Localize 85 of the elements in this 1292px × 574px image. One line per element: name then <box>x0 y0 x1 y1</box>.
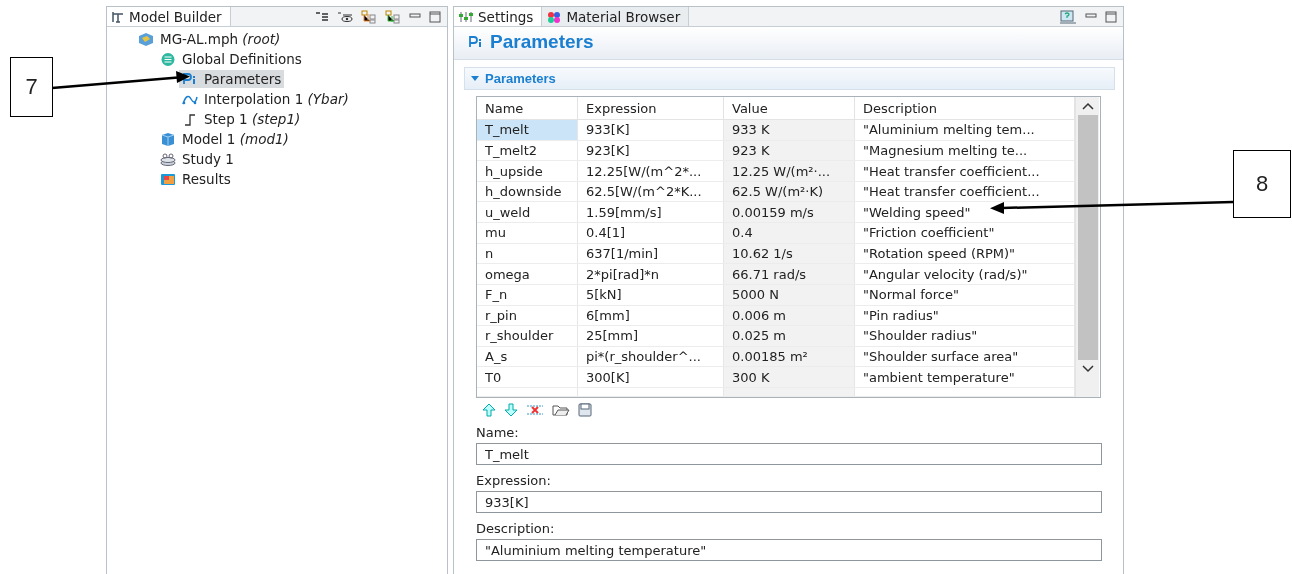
molecule-icon <box>546 9 563 24</box>
list-icon <box>160 51 176 67</box>
table-cell: "Pin radius" <box>854 305 1075 326</box>
table-cell: "Shoulder radius" <box>854 325 1075 347</box>
table-cell: "Shoulder surface area" <box>854 346 1075 367</box>
table-cell: 62.5[W/(m^2*K... <box>577 181 724 202</box>
table-cell: "Angular velocity (rad/s)" <box>854 263 1075 285</box>
table-cell: omega <box>477 263 578 285</box>
study-icon <box>160 151 176 167</box>
text-field[interactable]: 933[K] <box>476 491 1102 513</box>
table-cell: 6[mm] <box>577 305 724 326</box>
table-cell: mu <box>477 222 578 244</box>
text-field[interactable]: T_melt <box>476 443 1102 465</box>
page-title: Parameters <box>490 31 594 53</box>
table-cell: r_pin <box>477 305 578 326</box>
table-cell: "Rotation speed (RPM)" <box>854 243 1075 264</box>
callout-label: 8 <box>1233 150 1291 218</box>
table-cell: "Normal force" <box>854 284 1075 305</box>
column-header[interactable]: Value <box>723 97 855 120</box>
table-cell: 12.25[W/(m^2*... <box>577 160 724 182</box>
tree-icon <box>111 9 125 24</box>
move-down-icon <box>504 403 518 417</box>
maximize-icon <box>1105 10 1117 23</box>
table-cell: "Aluminium melting tem... <box>854 119 1075 141</box>
table-cell: 637[1/min] <box>577 243 724 264</box>
tree-item[interactable]: Study 1 <box>157 150 237 168</box>
table-cell: "ambient temperature" <box>854 366 1075 388</box>
table-cell: T_melt <box>477 119 578 141</box>
tree-item[interactable]: Interpolation 1 (Ybar) <box>179 90 352 108</box>
field-label: Description: <box>476 520 556 538</box>
table-cell: F_n <box>477 284 578 305</box>
panel-tab[interactable]: Settings <box>454 7 543 26</box>
move-up-icon <box>482 403 496 417</box>
maximize-icon <box>429 10 441 23</box>
tree-item[interactable]: MG-AL.mph (root) <box>135 30 284 48</box>
table-cell: "Magnesium melting te... <box>854 140 1075 161</box>
pi-icon <box>468 35 484 49</box>
section-header[interactable]: Parameters <box>464 67 1115 90</box>
caret-icon <box>471 76 479 81</box>
text-field[interactable]: "Aluminium melting temperature" <box>476 539 1102 561</box>
table-cell: 5[kN] <box>577 284 724 305</box>
panel-tab[interactable]: Material Browser <box>542 7 690 26</box>
table-cell: 25[mm] <box>577 325 724 347</box>
table-cell: r_shoulder <box>477 325 578 347</box>
scroll-thumb[interactable] <box>1077 115 1098 360</box>
results-icon <box>160 171 176 187</box>
pi-icon <box>182 71 198 87</box>
table-cell: 933[K] <box>577 119 724 141</box>
field-label: Name: <box>476 424 520 442</box>
column-header[interactable]: Expression <box>577 97 724 120</box>
column-header[interactable]: Name <box>477 97 578 120</box>
callout-label: 7 <box>10 57 53 117</box>
table-cell: 2*pi[rad]*n <box>577 263 724 285</box>
delete-icon <box>526 403 544 417</box>
field-label: Expression: <box>476 472 552 490</box>
table-cell: "Heat transfer coefficient... <box>854 181 1075 202</box>
table-cell: "Heat transfer coefficient... <box>854 160 1075 182</box>
table-cell: h_downside <box>477 181 578 202</box>
table-cell: T_melt2 <box>477 140 578 161</box>
table-cell: 0.4[1] <box>577 222 724 244</box>
cube-icon <box>160 131 176 147</box>
table-cell: 1.59[mm/s] <box>577 201 724 223</box>
model-builder-tab[interactable]: Model Builder <box>107 7 231 26</box>
folder-icon <box>552 403 570 417</box>
table-cell: 300[K] <box>577 366 724 388</box>
table-cell: u_weld <box>477 201 578 223</box>
scrollbar[interactable] <box>1075 97 1099 397</box>
table-cell: h_upside <box>477 160 578 182</box>
table-cell: T0 <box>477 366 578 388</box>
sliders-icon <box>458 10 474 23</box>
table-cell: A_s <box>477 346 578 367</box>
tree-item[interactable]: Model 1 (mod1) <box>157 130 292 148</box>
tree-item[interactable]: Global Definitions <box>157 50 305 68</box>
tree-item[interactable]: Step 1 (step1) <box>179 110 304 128</box>
help-icon <box>1059 9 1077 24</box>
show-icon <box>337 10 353 23</box>
tree-item[interactable]: Parameters <box>179 70 285 88</box>
save-icon <box>578 403 592 417</box>
tree-item[interactable]: Results <box>157 170 234 188</box>
table-cell: 923[K] <box>577 140 724 161</box>
table-cell: pi*(r_shoulder^... <box>577 346 724 367</box>
column-header[interactable]: Description <box>854 97 1075 120</box>
table-cell: "Friction coefficient" <box>854 222 1075 244</box>
step-icon <box>182 111 198 127</box>
table-cell: n <box>477 243 578 264</box>
